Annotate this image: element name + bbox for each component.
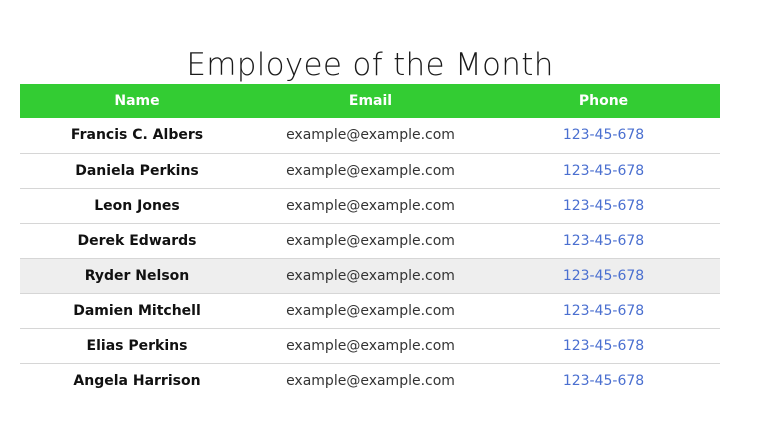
phone-cell: 123-45-678: [487, 258, 720, 293]
email-cell: example@example.com: [286, 302, 455, 319]
employee-table: Name Email Phone Francis C. Albers examp…: [20, 84, 720, 398]
name-cell: Francis C. Albers: [70, 127, 204, 144]
phone-link[interactable]: 123-45-678: [563, 303, 644, 319]
page-title: Employee of the Month: [186, 46, 554, 83]
table-row: Elias Perkins example@example.com 123-45…: [20, 328, 720, 363]
phone-link[interactable]: 123-45-678: [563, 233, 644, 249]
name-cell: Elias Perkins: [86, 337, 188, 354]
phone-cell: 123-45-678: [487, 188, 720, 223]
email-cell: example@example.com: [286, 232, 455, 249]
name-cell: Damien Mitchell: [73, 302, 201, 319]
table-body: Francis C. Albers example@example.com 12…: [20, 118, 720, 398]
phone-link[interactable]: 123-45-678: [563, 268, 644, 284]
name-cell: Leon Jones: [94, 197, 180, 214]
email-cell: example@example.com: [286, 267, 455, 284]
phone-cell: 123-45-678: [487, 153, 720, 188]
table-row: Damien Mitchell example@example.com 123-…: [20, 293, 720, 328]
email-cell: example@example.com: [286, 162, 455, 179]
table-header: Name Email Phone: [20, 84, 720, 118]
table-row: Angela Harrison example@example.com 123-…: [20, 363, 720, 398]
name-cell: Derek Edwards: [77, 232, 197, 249]
table-header-row: Name Email Phone: [20, 84, 720, 118]
name-cell: Daniela Perkins: [75, 162, 199, 179]
table-row: Daniela Perkins example@example.com 123-…: [20, 153, 720, 188]
phone-link[interactable]: 123-45-678: [563, 163, 644, 179]
column-header-email: Email: [348, 93, 393, 109]
table-row: Ryder Nelson example@example.com 123-45-…: [20, 258, 720, 293]
table-row: Francis C. Albers example@example.com 12…: [20, 118, 720, 153]
phone-cell: 123-45-678: [487, 328, 720, 363]
table-row: Leon Jones example@example.com 123-45-67…: [20, 188, 720, 223]
name-cell: Ryder Nelson: [84, 267, 190, 284]
phone-link[interactable]: 123-45-678: [563, 338, 644, 354]
phone-cell: 123-45-678: [487, 363, 720, 398]
table-row: Derek Edwards example@example.com 123-45…: [20, 223, 720, 258]
column-header-name: Name: [114, 93, 160, 109]
column-header-phone: Phone: [578, 93, 629, 109]
email-cell: example@example.com: [286, 372, 455, 389]
phone-cell: 123-45-678: [487, 118, 720, 153]
phone-link[interactable]: 123-45-678: [563, 198, 644, 214]
name-cell: Angela Harrison: [73, 372, 201, 389]
phone-cell: 123-45-678: [487, 293, 720, 328]
phone-link[interactable]: 123-45-678: [563, 127, 644, 143]
email-cell: example@example.com: [286, 337, 455, 354]
employee-table-container: Name Email Phone Francis C. Albers examp…: [20, 84, 720, 398]
phone-link[interactable]: 123-45-678: [563, 373, 644, 389]
email-cell: example@example.com: [286, 197, 455, 214]
email-cell: example@example.com: [286, 127, 455, 144]
phone-cell: 123-45-678: [487, 223, 720, 258]
